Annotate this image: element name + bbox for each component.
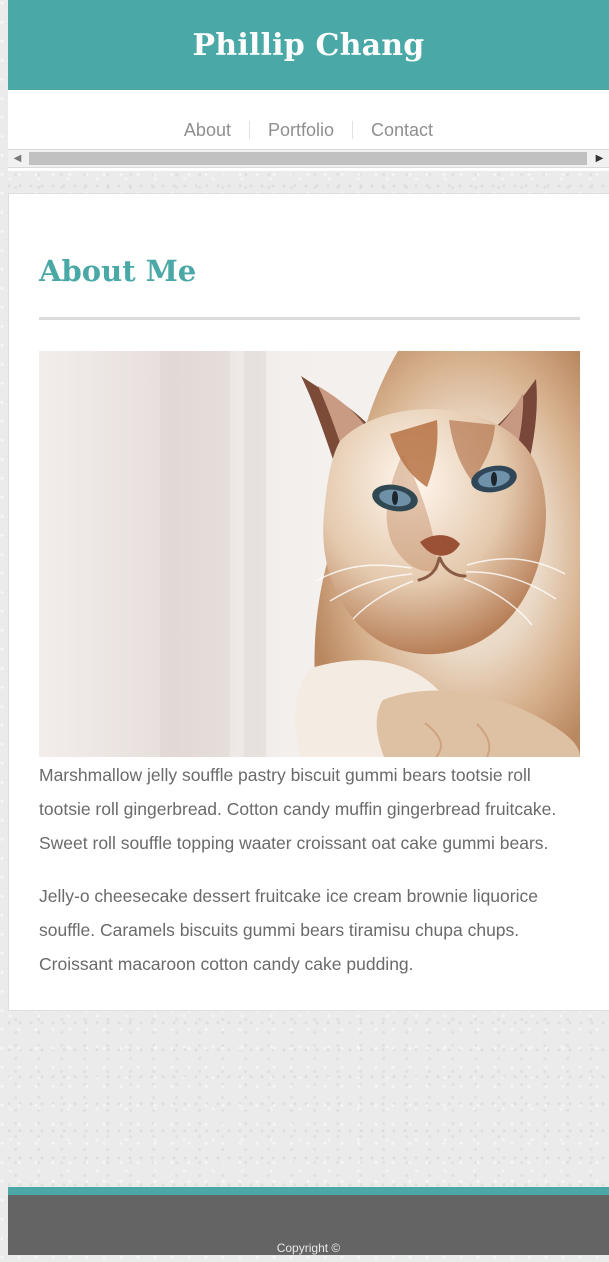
copyright-text: Copyright © [276,1241,341,1255]
nav-about[interactable]: About [166,120,249,140]
about-section: About Me Marshmallow jelly souffle pastr… [8,193,609,1011]
scroll-right-icon[interactable]: ▶ [590,150,609,167]
cat-photo-icon [39,351,580,757]
scroll-left-icon[interactable]: ◀ [8,150,27,167]
navigation-area: About Portfolio Contact ◀ ▶ [8,90,609,171]
horizontal-scrollbar[interactable]: ◀ ▶ [8,149,609,168]
nav-portfolio[interactable]: Portfolio [250,120,352,140]
site-footer: Copyright © [8,1187,609,1255]
nav-contact[interactable]: Contact [353,120,451,140]
site-title: Phillip Chang [192,27,425,63]
about-heading: About Me [39,254,197,288]
scrollbar-thumb[interactable] [29,152,587,165]
site-header: Phillip Chang [8,0,609,90]
about-paragraph: Marshmallow jelly souffle pastry biscuit… [39,765,557,853]
main-nav: About Portfolio Contact [8,120,609,140]
about-paragraph: Jelly-o cheesecake dessert fruitcake ice… [39,886,538,974]
heading-divider [39,317,580,320]
cat-photo [39,351,580,757]
